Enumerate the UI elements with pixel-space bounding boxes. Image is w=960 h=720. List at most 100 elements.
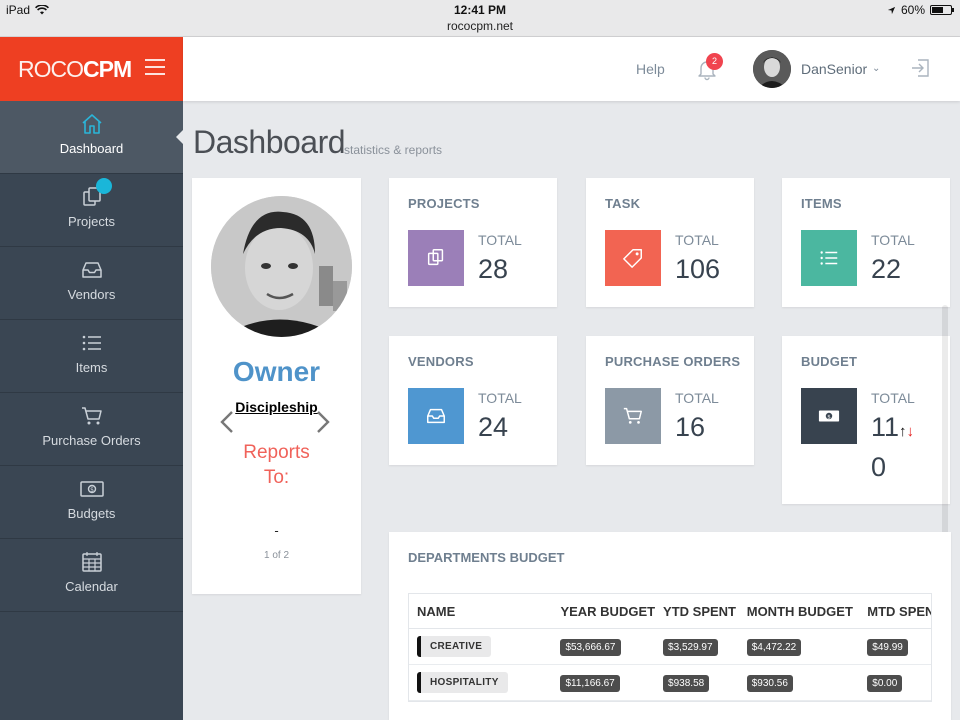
sidebar-item-label: Vendors bbox=[67, 287, 116, 302]
projects-card[interactable]: PROJECTS TOTAL 28 bbox=[389, 178, 557, 307]
help-link[interactable]: Help bbox=[636, 61, 665, 77]
column-header[interactable]: MONTH BUDGET bbox=[739, 594, 860, 628]
table-row[interactable]: HOSPITALITY $11,166.67 $938.58 $930.56 $… bbox=[409, 665, 931, 701]
card-title: ITEMS bbox=[801, 196, 842, 211]
table-header: NAME YEAR BUDGET YTD SPENT MONTH BUDGET … bbox=[409, 594, 931, 629]
items-card[interactable]: ITEMS TOTAL 22 bbox=[782, 178, 950, 307]
inbox-icon bbox=[408, 388, 464, 444]
month-budget: $930.56 bbox=[746, 675, 793, 692]
username[interactable]: DanSenior bbox=[801, 61, 867, 77]
tag-icon bbox=[605, 230, 661, 286]
cart-icon bbox=[0, 403, 183, 429]
list-icon bbox=[0, 330, 183, 356]
total-value: 22 bbox=[871, 254, 902, 284]
card-title: PROJECTS bbox=[408, 196, 480, 211]
money-icon: $ bbox=[801, 388, 857, 444]
purchase-orders-card[interactable]: PURCHASE ORDERS TOTAL 16 bbox=[586, 336, 754, 465]
sidebar-item-label: Calendar bbox=[65, 579, 118, 594]
column-header[interactable]: MTD SPENT bbox=[859, 594, 931, 628]
total-label: TOTAL bbox=[675, 232, 719, 248]
sidebar-item-label: Items bbox=[75, 360, 108, 375]
sidebar-item-label: Purchase Orders bbox=[42, 433, 141, 448]
mtd-spent: $0.00 bbox=[867, 675, 903, 692]
card-title: BUDGET bbox=[801, 354, 858, 369]
column-header[interactable]: YEAR BUDGET bbox=[552, 594, 655, 628]
sidebar-item-dashboard[interactable]: Dashboard bbox=[0, 101, 184, 174]
sidebar-item-label: Projects bbox=[68, 214, 115, 229]
sidebar-item-budgets[interactable]: $ Budgets bbox=[0, 466, 183, 539]
chevron-right-icon[interactable] bbox=[314, 409, 332, 435]
total-value: 24 bbox=[478, 412, 509, 442]
chevron-left-icon[interactable] bbox=[218, 409, 236, 435]
ytd-spent: $938.58 bbox=[663, 675, 710, 692]
mtd-spent: $49.99 bbox=[867, 639, 908, 656]
page-title: Dashboard bbox=[193, 124, 346, 160]
documents-icon bbox=[0, 184, 183, 210]
top-bar: Help 2 DanSenior ⌄ bbox=[183, 37, 960, 101]
total-value: 16 bbox=[675, 412, 706, 442]
reports-to-label: Reports To: bbox=[243, 442, 310, 488]
month-budget: $4,472.22 bbox=[746, 639, 802, 656]
card-title: PURCHASE ORDERS bbox=[605, 354, 741, 369]
total-label: TOTAL bbox=[478, 390, 522, 406]
chevron-down-icon[interactable]: ⌄ bbox=[872, 63, 880, 74]
profile-photo bbox=[211, 196, 352, 337]
logo-bar: ROCOCPM bbox=[0, 37, 183, 101]
departments-budget-card: DEPARTMENTS BUDGET NAME YEAR BUDGET YTD … bbox=[389, 532, 951, 720]
total-label: TOTAL bbox=[871, 390, 915, 406]
year-budget: $11,166.67 bbox=[560, 675, 620, 692]
money-icon: $ bbox=[0, 476, 183, 502]
pager: 1 of 2 bbox=[263, 550, 290, 561]
sidebar-item-calendar[interactable]: Calendar bbox=[0, 539, 183, 612]
total-label: TOTAL bbox=[871, 232, 915, 248]
logo-thin: ROCO bbox=[18, 56, 84, 82]
sidebar-item-purchase-orders[interactable]: Purchase Orders bbox=[0, 393, 183, 466]
svg-text:$: $ bbox=[90, 487, 94, 494]
column-header[interactable]: NAME bbox=[409, 594, 552, 628]
departments-table: NAME YEAR BUDGET YTD SPENT MONTH BUDGET … bbox=[408, 593, 932, 702]
department-name[interactable]: CREATIVE bbox=[417, 636, 492, 657]
logo-bold: CPM bbox=[83, 56, 132, 82]
logout-icon[interactable] bbox=[909, 57, 931, 79]
total-value: 11↑↓ bbox=[871, 412, 914, 443]
column-header[interactable]: YTD SPENT bbox=[655, 594, 739, 628]
ytd-spent: $3,529.97 bbox=[663, 639, 718, 656]
battery-icon bbox=[930, 5, 954, 15]
menu-toggle-icon[interactable] bbox=[145, 59, 165, 75]
home-icon bbox=[0, 111, 183, 137]
budget-card[interactable]: BUDGET $ TOTAL 11↑↓ 0 bbox=[782, 336, 950, 504]
logo[interactable]: ROCOCPM bbox=[18, 56, 132, 83]
table-row[interactable]: CREATIVE $53,666.67 $3,529.97 $4,472.22 … bbox=[409, 629, 931, 665]
battery-percent: 60% bbox=[900, 3, 925, 17]
sidebar-item-items[interactable]: Items bbox=[0, 320, 183, 393]
card-title: TASK bbox=[605, 196, 641, 211]
sidebar: Dashboard Projects Vendors Items Purchas… bbox=[0, 101, 184, 720]
battery-fill bbox=[932, 7, 943, 13]
total-value: 106 bbox=[675, 254, 721, 284]
documents-icon bbox=[408, 230, 464, 286]
address-url[interactable]: rococpm.net bbox=[0, 19, 960, 33]
user-avatar[interactable] bbox=[753, 50, 791, 88]
profile-card: Owner Discipleship Reports To: - 1 of 2 bbox=[192, 178, 361, 594]
total-label: TOTAL bbox=[675, 390, 719, 406]
page-subtitle: statistics & reports bbox=[344, 143, 443, 157]
sidebar-item-label: Dashboard bbox=[59, 141, 124, 156]
reports-to-value: - bbox=[274, 523, 279, 538]
list-icon bbox=[801, 230, 857, 286]
year-budget: $53,666.67 bbox=[560, 639, 621, 656]
card-title: DEPARTMENTS BUDGET bbox=[408, 550, 565, 565]
status-time: 12:41 PM bbox=[453, 3, 507, 17]
location-icon bbox=[887, 6, 896, 14]
active-caret bbox=[176, 129, 184, 145]
card-title: VENDORS bbox=[408, 354, 474, 369]
notification-badge: 2 bbox=[706, 53, 723, 70]
arrow-up-icon: ↑ bbox=[899, 423, 907, 440]
department-name[interactable]: HOSPITALITY bbox=[417, 672, 508, 693]
sidebar-item-vendors[interactable]: Vendors bbox=[0, 247, 183, 320]
task-card[interactable]: TASK TOTAL 106 bbox=[586, 178, 754, 307]
total-label: TOTAL bbox=[478, 232, 522, 248]
vendors-card[interactable]: VENDORS TOTAL 24 bbox=[389, 336, 557, 465]
arrow-down-icon: ↓ bbox=[906, 423, 915, 440]
svg-text:$: $ bbox=[827, 414, 831, 420]
sidebar-item-projects[interactable]: Projects bbox=[0, 174, 183, 247]
